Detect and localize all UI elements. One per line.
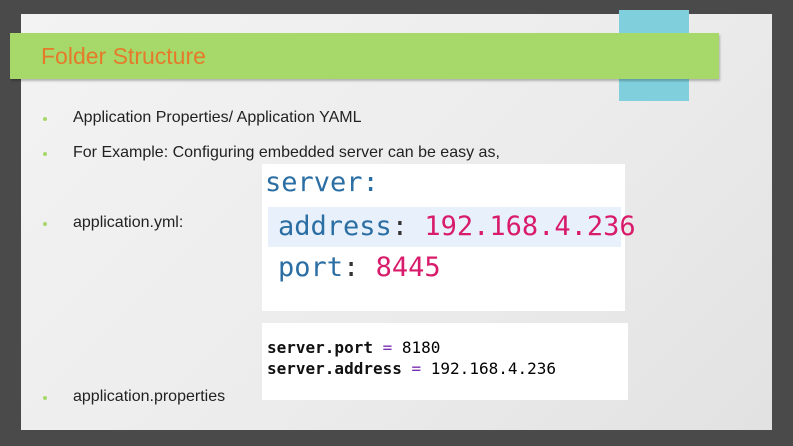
properties-key: server.address xyxy=(267,359,402,378)
yaml-colon: : xyxy=(362,167,379,198)
bullet-text: Application Properties/ Application YAML xyxy=(73,109,362,126)
yaml-value: 8445 xyxy=(375,252,441,283)
bullet-dot-icon xyxy=(43,396,47,400)
properties-line-port: server.port = 8180 xyxy=(267,338,440,358)
yaml-key: port xyxy=(278,252,344,283)
yaml-colon: : xyxy=(391,211,409,242)
title-band: Folder Structure xyxy=(10,33,719,79)
properties-code-image: server.port = 8180 server.address = 192.… xyxy=(262,323,628,400)
properties-value: 8180 xyxy=(401,338,441,357)
properties-value: 192.168.4.236 xyxy=(430,359,557,378)
yaml-colon: : xyxy=(343,252,360,283)
bullet-dot-icon xyxy=(43,152,47,156)
slide-title: Folder Structure xyxy=(41,43,206,69)
properties-equals: = xyxy=(382,338,393,357)
properties-key: server.port xyxy=(267,338,373,357)
bullet-dot-icon xyxy=(43,117,47,121)
yaml-line-port: port: 8445 xyxy=(278,251,441,285)
yaml-line-server: server: xyxy=(265,166,379,200)
properties-equals: = xyxy=(411,359,422,378)
yaml-line-address: address: 192.168.4.236 xyxy=(278,210,636,244)
yaml-key: address xyxy=(278,211,392,242)
bullet-text: application.properties xyxy=(73,388,226,405)
bullet-text: application.yml: xyxy=(73,214,184,231)
yaml-code-image: server: address: 192.168.4.236 port: 844… xyxy=(262,164,636,311)
yaml-value: 192.168.4.236 xyxy=(424,211,636,242)
yaml-key: server xyxy=(265,167,363,198)
bullet-text: For Example: Configuring embedded server… xyxy=(73,144,500,161)
properties-line-address: server.address = 192.168.4.236 xyxy=(267,359,556,379)
bullet-dot-icon xyxy=(43,222,47,226)
